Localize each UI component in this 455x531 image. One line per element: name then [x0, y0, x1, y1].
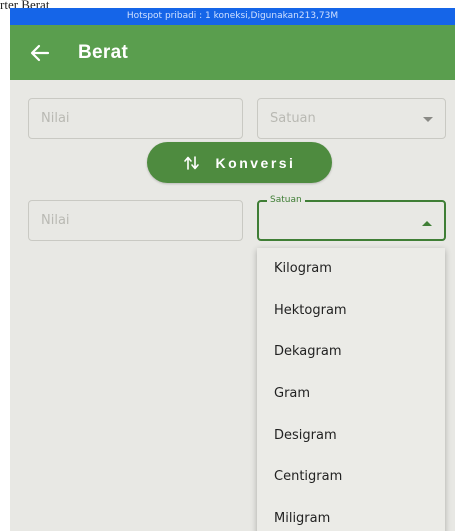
input-unit-dropdown[interactable]: Satuan [257, 98, 446, 139]
output-value-field[interactable]: Nilai [28, 200, 243, 241]
menu-item-gram[interactable]: Gram [257, 373, 445, 415]
menu-item-centigram[interactable]: Centigram [257, 456, 445, 498]
convert-button[interactable]: Konversi [147, 142, 332, 183]
swap-vertical-icon [183, 155, 199, 170]
back-button[interactable] [20, 33, 60, 73]
output-value-placeholder: Nilai [41, 213, 70, 228]
app-bar: Berat [10, 25, 455, 80]
input-unit-placeholder: Satuan [270, 111, 316, 126]
page-title: Berat [78, 41, 129, 63]
arrow-left-icon [30, 44, 50, 61]
output-unit-label: Satuan [267, 194, 305, 206]
input-value-field[interactable]: Nilai [28, 98, 243, 139]
menu-item-kilogram[interactable]: Kilogram [257, 248, 445, 290]
caret-up-icon [422, 220, 432, 226]
app-screen: Hotspot pribadi : 1 koneksi,Digunakan213… [10, 8, 455, 531]
menu-item-miligram[interactable]: Miligram [257, 498, 445, 531]
input-value-placeholder: Nilai [41, 111, 70, 126]
output-unit-dropdown[interactable]: Satuan [257, 194, 446, 241]
menu-item-dekagram[interactable]: Dekagram [257, 331, 445, 373]
menu-item-desigram[interactable]: Desigram [257, 414, 445, 456]
caret-down-icon [423, 116, 433, 122]
convert-button-label: Konversi [215, 154, 296, 171]
unit-dropdown-menu: Kilogram Hektogram Dekagram Gram Desigra… [257, 248, 445, 531]
status-bar: Hotspot pribadi : 1 koneksi,Digunakan213… [10, 8, 455, 25]
menu-item-hektogram[interactable]: Hektogram [257, 290, 445, 332]
